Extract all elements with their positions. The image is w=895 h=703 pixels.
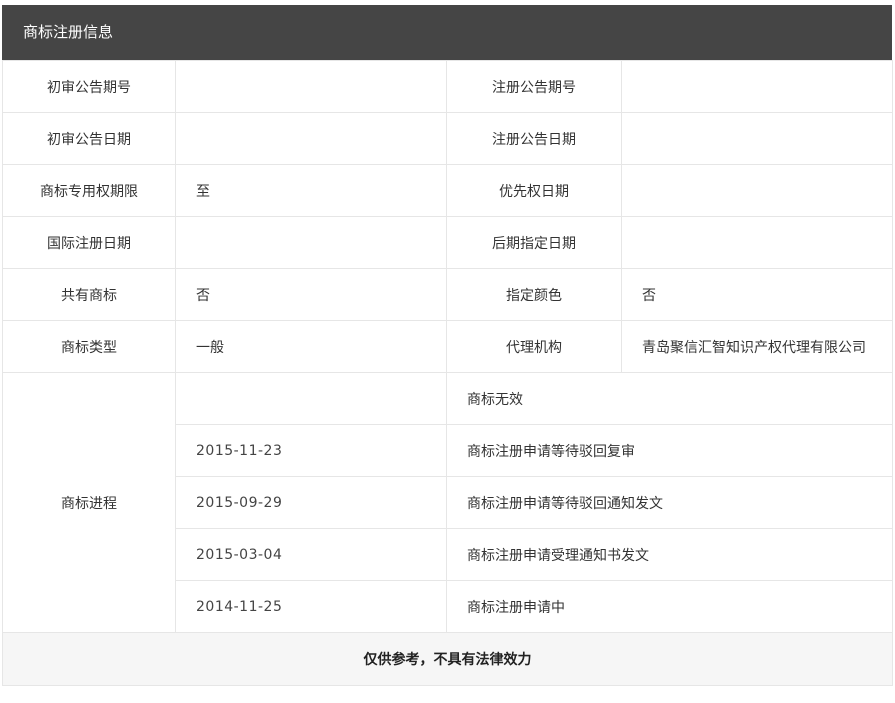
field-label: 代理机构: [446, 320, 622, 373]
field-value: [621, 216, 893, 269]
field-value: 否: [621, 268, 893, 321]
table-row: 商标专用权期限 至 优先权日期: [2, 164, 893, 217]
field-label: 国际注册日期: [2, 216, 176, 269]
table-row: 共有商标 否 指定颜色 否: [2, 268, 893, 321]
progress-date: 2015-03-04: [175, 528, 447, 581]
field-value: 至: [175, 164, 447, 217]
field-value: [175, 112, 447, 165]
field-label: 商标类型: [2, 320, 176, 373]
field-value: [621, 112, 893, 165]
field-value: [621, 60, 893, 113]
table-row: 国际注册日期 后期指定日期: [2, 216, 893, 269]
field-value: [175, 216, 447, 269]
progress-status: 商标注册申请等待驳回通知发文: [446, 476, 893, 529]
field-label: 商标专用权期限: [2, 164, 176, 217]
field-value: 一般: [175, 320, 447, 373]
field-value: [621, 164, 893, 217]
field-label: 共有商标: [2, 268, 176, 321]
field-label: 初审公告期号: [2, 60, 176, 113]
field-label: 注册公告日期: [446, 112, 622, 165]
progress-status: 商标无效: [446, 372, 893, 425]
field-value: [175, 60, 447, 113]
trademark-info-panel: 商标注册信息 初审公告期号 注册公告期号 初审公告日期 注册公告日期 商标专用权…: [2, 5, 893, 686]
disclaimer-note: 仅供参考，不具有法律效力: [2, 632, 893, 686]
trademark-info-table: 初审公告期号 注册公告期号 初审公告日期 注册公告日期 商标专用权期限 至 优先…: [2, 60, 893, 686]
progress-status: 商标注册申请等待驳回复审: [446, 424, 893, 477]
progress-label: 商标进程: [2, 372, 176, 633]
progress-date: 2015-11-23: [175, 424, 447, 477]
field-value: 否: [175, 268, 447, 321]
progress-status: 商标注册申请受理通知书发文: [446, 528, 893, 581]
progress-status: 商标注册申请中: [446, 580, 893, 633]
progress-row: 商标进程 商标无效: [2, 372, 893, 633]
field-label: 注册公告期号: [446, 60, 622, 113]
field-label: 初审公告日期: [2, 112, 176, 165]
table-row: 初审公告日期 注册公告日期: [2, 112, 893, 165]
field-value: 青岛聚信汇智知识产权代理有限公司: [621, 320, 893, 373]
footer-row: 仅供参考，不具有法律效力: [2, 632, 893, 686]
field-label: 指定颜色: [446, 268, 622, 321]
progress-date: 2014-11-25: [175, 580, 447, 633]
table-row: 初审公告期号 注册公告期号: [2, 60, 893, 113]
progress-date: 2015-09-29: [175, 476, 447, 529]
table-row: 商标类型 一般 代理机构 青岛聚信汇智知识产权代理有限公司: [2, 320, 893, 373]
field-label: 后期指定日期: [446, 216, 622, 269]
progress-date: [175, 372, 447, 425]
panel-title: 商标注册信息: [2, 5, 892, 60]
field-label: 优先权日期: [446, 164, 622, 217]
